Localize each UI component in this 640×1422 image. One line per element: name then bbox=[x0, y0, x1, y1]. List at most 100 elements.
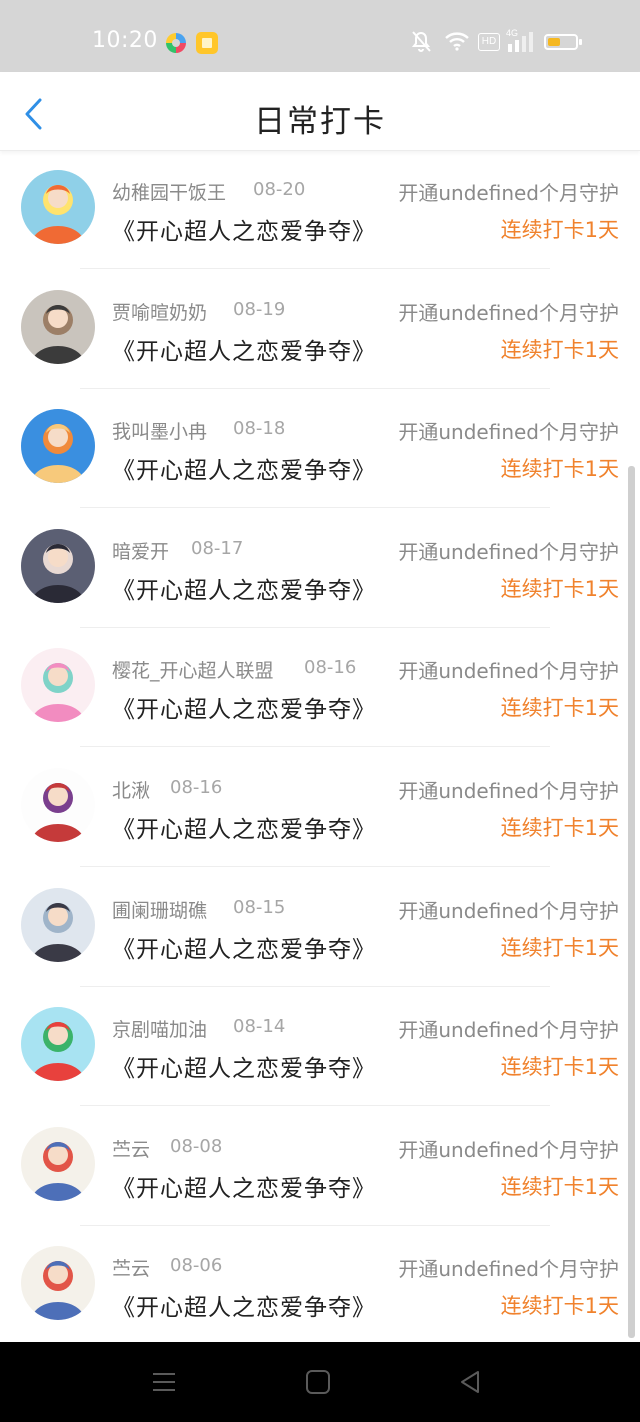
row-divider bbox=[80, 985, 550, 987]
show-title: 《开心超人之恋爱争夺》 bbox=[112, 338, 376, 365]
battery-nub bbox=[579, 39, 582, 45]
checkin-row[interactable]: 暗爱开 08-17 《开心超人之恋爱争夺》 开通undefined个月守护连续打卡1天 bbox=[0, 511, 640, 631]
avatar-image bbox=[21, 1007, 95, 1082]
guard-status: 开通undefined个月守护 bbox=[398, 659, 619, 684]
avatar[interactable] bbox=[21, 1007, 95, 1082]
checkin-row[interactable]: 贾喻暄奶奶 08-19 《开心超人之恋爱争夺》 开通undefined个月守护连续打卡… bbox=[0, 272, 640, 392]
guard-status: 开通undefined个月守护 bbox=[398, 1018, 619, 1043]
user-name[interactable]: 幼稚园干饭王 bbox=[112, 178, 226, 205]
mute-bell-icon bbox=[411, 31, 431, 52]
checkin-row[interactable]: 樱花_开心超人联盟 08-16 《开心超人之恋爱争夺》 开通undefined个月守护… bbox=[0, 630, 640, 750]
checkin-row[interactable]: 我叫墨小冉 08-18 《开心超人之恋爱争夺》 开通undefined个月守护 连续打卡… bbox=[0, 391, 640, 511]
page-title: 日常打卡 bbox=[254, 104, 386, 140]
avatar[interactable] bbox=[21, 648, 95, 723]
colorful-app-icon bbox=[166, 33, 186, 53]
avatar-image bbox=[21, 170, 95, 244]
checkin-date: 08-17 bbox=[191, 537, 244, 559]
avatar-image bbox=[21, 289, 95, 364]
system-nav-bar bbox=[0, 1342, 640, 1422]
avatar[interactable] bbox=[21, 887, 95, 962]
checkin-date: 08-16 bbox=[170, 776, 223, 798]
status-time: 10:20 bbox=[92, 28, 158, 53]
avatar-image bbox=[21, 409, 95, 484]
checkin-row[interactable]: 圃阑珊瑚礁 08-15 《开心超人之恋爱争夺》 开通undefined个月守护 连续打卡… bbox=[0, 870, 640, 990]
streak-label: 连续打卡1天 bbox=[500, 815, 619, 840]
top-bar: 日常打卡 bbox=[0, 72, 640, 151]
user-name[interactable]: 圃阑珊瑚礁 bbox=[112, 896, 207, 923]
streak-label: 连续打卡1天 bbox=[500, 1294, 619, 1319]
guard-status: 开通undefined个月守护 bbox=[398, 420, 619, 445]
checkin-row[interactable]: 幼稚园干饭王 08-20 《开心超人之恋爱争夺》 开通undefined个月守护连续打… bbox=[0, 152, 640, 272]
streak-label: 连续打卡1天 bbox=[500, 337, 619, 362]
checkin-date: 08-06 bbox=[170, 1255, 223, 1277]
streak-label: 连续打卡1天 bbox=[500, 935, 619, 960]
yellow-app-icon bbox=[196, 32, 218, 54]
avatar[interactable] bbox=[21, 1246, 95, 1321]
streak-label: 连续打卡1天 bbox=[500, 696, 619, 721]
guard-status: 开通undefined个月守护 bbox=[398, 300, 619, 325]
guard-status: 开通undefined个月守护 bbox=[398, 1257, 619, 1282]
checkin-row[interactable]: 北湫 08-16 《开心超人之恋爱争夺》 开通undefined个月守护连续打卡1天 bbox=[0, 750, 640, 870]
show-title: 《开心超人之恋爱争夺》 bbox=[112, 936, 376, 963]
user-name[interactable]: 北湫 bbox=[112, 776, 150, 803]
avatar[interactable] bbox=[21, 528, 95, 603]
user-name[interactable]: 我叫墨小冉 bbox=[112, 417, 207, 444]
show-title: 《开心超人之恋爱争夺》 bbox=[112, 1056, 376, 1083]
user-name[interactable]: 苎云 bbox=[112, 1135, 150, 1162]
avatar-image bbox=[21, 1246, 95, 1321]
streak-label: 连续打卡1天 bbox=[500, 1174, 619, 1199]
row-divider bbox=[80, 626, 550, 628]
guard-status: 开通undefined个月守护 bbox=[398, 181, 619, 205]
signal-icon bbox=[508, 32, 533, 52]
checkin-list[interactable]: 幼稚园干饭王 08-20 《开心超人之恋爱争夺》 开通undefined个月守护 连续打… bbox=[0, 152, 640, 1342]
checkin-row[interactable]: 苎云 08-06 《开心超人之恋爱争夺》 开通undefined个月守护连续打卡1天 bbox=[0, 1228, 640, 1342]
row-divider bbox=[80, 865, 550, 867]
show-title: 《开心超人之恋爱争夺》 bbox=[112, 219, 376, 245]
checkin-date: 08-14 bbox=[233, 1016, 286, 1038]
streak-label: 连续打卡1天 bbox=[500, 576, 619, 601]
guard-status: 开通undefined个月守护 bbox=[398, 539, 619, 564]
show-title: 《开心超人之恋爱争夺》 bbox=[112, 577, 376, 604]
user-name[interactable]: 樱花_开心超人联盟 bbox=[112, 656, 274, 683]
show-title: 《开心超人之恋爱争夺》 bbox=[112, 697, 376, 724]
show-title: 《开心超人之恋爱争夺》 bbox=[112, 1295, 376, 1322]
battery-icon bbox=[544, 34, 578, 50]
row-divider bbox=[80, 268, 550, 269]
row-divider bbox=[80, 1224, 550, 1226]
menu-icon[interactable] bbox=[150, 1368, 178, 1396]
checkin-date: 08-19 bbox=[233, 298, 286, 320]
avatar-image bbox=[21, 648, 95, 723]
avatar-image bbox=[21, 767, 95, 842]
guard-status: 开通undefined个月守护 bbox=[398, 778, 619, 803]
scrollbar[interactable] bbox=[628, 466, 635, 1338]
user-name[interactable]: 暗爱开 bbox=[112, 537, 169, 564]
wifi-icon bbox=[445, 32, 469, 51]
user-name[interactable]: 苎云 bbox=[112, 1254, 150, 1281]
avatar-image bbox=[21, 887, 95, 962]
battery-level bbox=[548, 38, 560, 46]
row-divider bbox=[80, 1105, 550, 1107]
row-divider bbox=[80, 387, 550, 389]
avatar[interactable] bbox=[21, 409, 95, 484]
checkin-date: 08-16 bbox=[304, 657, 357, 679]
avatar[interactable] bbox=[21, 170, 95, 244]
checkin-date: 08-08 bbox=[170, 1135, 223, 1157]
avatar[interactable] bbox=[21, 289, 95, 364]
avatar[interactable] bbox=[21, 767, 95, 842]
user-name[interactable]: 贾喻暄奶奶 bbox=[112, 298, 207, 325]
checkin-row[interactable]: 京剧喵加油 08-14 《开心超人之恋爱争夺》 开通undefined个月守护 连续打卡… bbox=[0, 989, 640, 1109]
back-triangle-icon[interactable] bbox=[456, 1368, 484, 1396]
show-title: 《开心超人之恋爱争夺》 bbox=[112, 1175, 376, 1202]
streak-label: 连续打卡1天 bbox=[500, 218, 619, 242]
avatar[interactable] bbox=[21, 1126, 95, 1201]
checkin-date: 08-20 bbox=[253, 179, 306, 200]
user-name[interactable]: 京剧喵加油 bbox=[112, 1015, 207, 1042]
home-icon[interactable] bbox=[304, 1368, 332, 1396]
avatar-image bbox=[21, 1126, 95, 1201]
guard-status: 开通undefined个月守护 bbox=[398, 898, 619, 923]
hd-badge: HD bbox=[478, 33, 500, 51]
show-title: 《开心超人之恋爱争夺》 bbox=[112, 816, 376, 843]
status-bar: 10:20 HD 4G bbox=[0, 0, 640, 72]
row-divider bbox=[80, 507, 550, 509]
checkin-row[interactable]: 苎云 08-08 《开心超人之恋爱争夺》 开通undefined个月守护 连续打卡1天 bbox=[0, 1109, 640, 1229]
